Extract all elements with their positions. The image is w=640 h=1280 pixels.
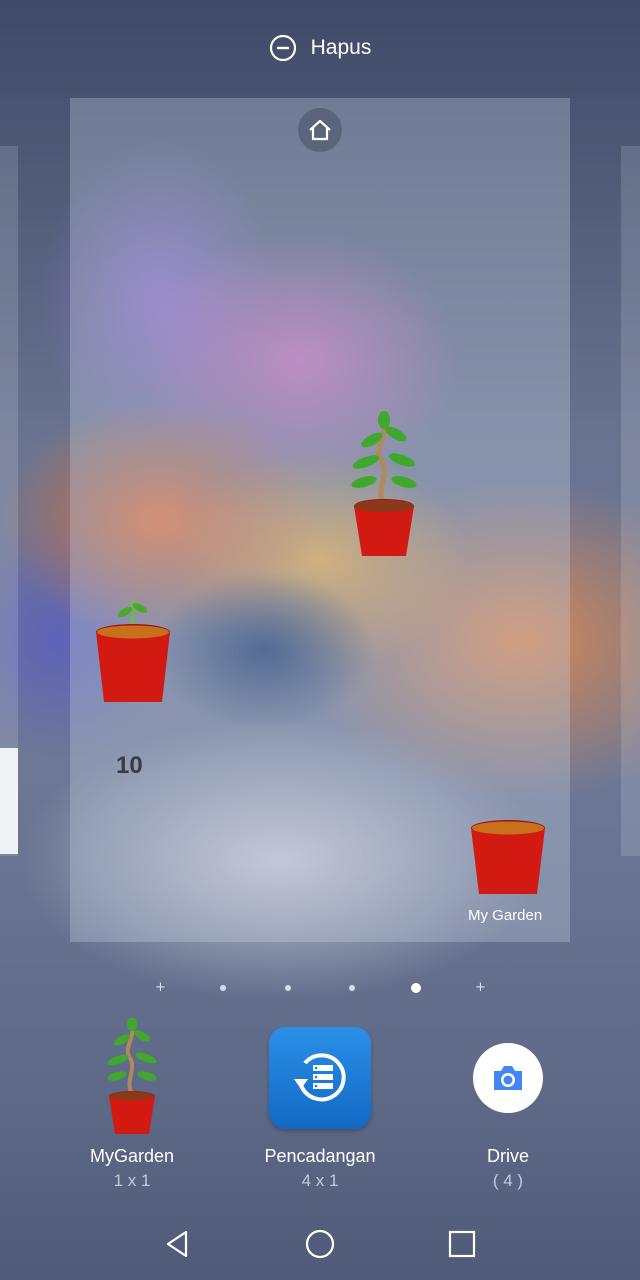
widget-name: Drive	[486, 1146, 529, 1166]
plant-pot-icon[interactable]	[344, 410, 424, 562]
back-button[interactable]	[154, 1220, 202, 1268]
page-indicator: + +	[0, 980, 640, 998]
backup-icon	[269, 1027, 371, 1129]
plant-pot-icon[interactable]	[468, 818, 548, 898]
recents-button[interactable]	[438, 1220, 486, 1268]
minus-circle-icon	[269, 34, 296, 62]
set-home-screen-button[interactable]	[298, 108, 342, 152]
widget-name: Pencadangan	[264, 1146, 376, 1166]
widget-name: MyGarden	[89, 1146, 175, 1166]
widget-label: My Garden	[468, 907, 543, 924]
plant-pot-icon	[107, 1018, 157, 1134]
previous-screen-widget	[0, 748, 18, 854]
widget-size: 1 x 1	[113, 1171, 151, 1190]
widget-drive[interactable]: Drive ( 4 )	[428, 1018, 588, 1191]
home-icon	[309, 119, 331, 141]
page-dot-active[interactable]	[411, 983, 421, 993]
plant-pot-icon[interactable]	[92, 596, 174, 708]
home-button[interactable]	[296, 1220, 344, 1268]
top-bar: Hapus	[0, 22, 640, 74]
back-icon	[166, 1230, 188, 1258]
recents-icon	[448, 1230, 476, 1258]
camera-icon	[473, 1043, 543, 1113]
widget-size: 4 x 1	[301, 1171, 339, 1190]
page-dot[interactable]	[349, 985, 355, 991]
home-circle-icon	[305, 1229, 335, 1259]
widget-size: ( 4 )	[492, 1171, 524, 1190]
navigation-bar	[0, 1208, 640, 1280]
add-page-left-icon[interactable]: +	[155, 980, 166, 995]
add-page-right-icon[interactable]: +	[475, 980, 486, 995]
remove-button[interactable]: Hapus	[269, 34, 372, 62]
plant-counter: 10	[116, 752, 143, 779]
current-screen-preview[interactable]	[70, 98, 570, 942]
widget-pencadangan[interactable]: Pencadangan 4 x 1	[240, 1018, 400, 1191]
page-dot[interactable]	[220, 985, 226, 991]
page-dot[interactable]	[285, 985, 291, 991]
remove-label: Hapus	[310, 36, 372, 59]
next-screen-preview[interactable]	[621, 146, 640, 856]
widget-mygarden[interactable]: MyGarden 1 x 1	[52, 1018, 212, 1191]
